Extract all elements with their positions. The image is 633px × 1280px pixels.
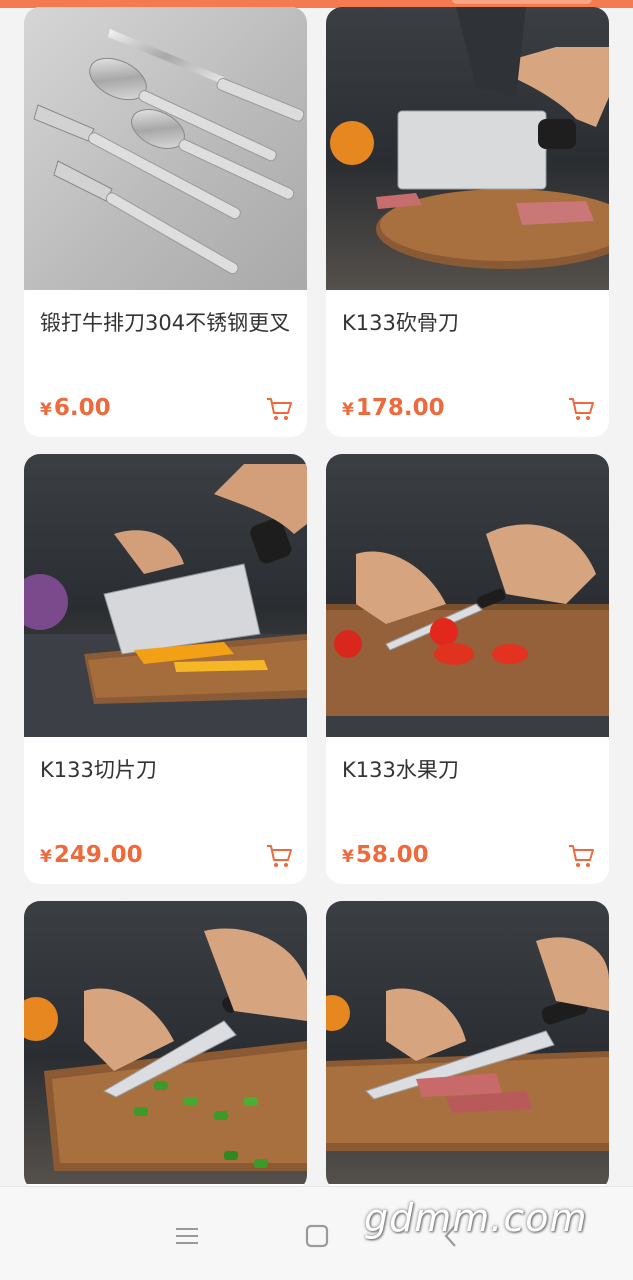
- home-icon[interactable]: [302, 1221, 332, 1251]
- product-name[interactable]: K133水果刀: [342, 754, 597, 787]
- cart-icon[interactable]: [567, 842, 595, 870]
- product-name[interactable]: 锻打牛排刀304不锈钢更叉: [40, 307, 295, 340]
- product-price: ¥58.00: [342, 842, 429, 868]
- product-card[interactable]: K133切片刀 ¥249.00: [24, 454, 307, 884]
- product-card[interactable]: 锻打牛排刀304不锈钢更叉 ¥6.00: [24, 7, 307, 437]
- product-image-bone-cleaver[interactable]: [326, 7, 609, 290]
- product-name[interactable]: K133切片刀: [40, 754, 295, 787]
- watermark: gdmm.com: [364, 1196, 588, 1240]
- menu-icon[interactable]: [172, 1221, 202, 1251]
- product-card[interactable]: K133砍骨刀 ¥178.00: [326, 7, 609, 437]
- product-image-chef-knife-peppers[interactable]: [24, 901, 307, 1184]
- product-card[interactable]: [24, 901, 307, 1191]
- product-image-cutlery[interactable]: [24, 7, 307, 290]
- product-price: ¥6.00: [40, 395, 111, 421]
- product-price: ¥178.00: [342, 395, 445, 421]
- cart-icon[interactable]: [265, 395, 293, 423]
- product-image-fruit-knife[interactable]: [326, 454, 609, 737]
- product-card[interactable]: [326, 901, 609, 1191]
- cart-icon[interactable]: [567, 395, 595, 423]
- product-grid: 锻打牛排刀304不锈钢更叉 ¥6.00 K133砍骨刀 ¥178.00 K133…: [24, 7, 610, 1191]
- product-name[interactable]: K133砍骨刀: [342, 307, 597, 340]
- product-image-slicing-knife[interactable]: [24, 454, 307, 737]
- product-card[interactable]: K133水果刀 ¥58.00: [326, 454, 609, 884]
- search-pill[interactable]: [452, 0, 592, 4]
- product-price: ¥249.00: [40, 842, 143, 868]
- product-image-chef-knife-meat[interactable]: [326, 901, 609, 1184]
- cart-icon[interactable]: [265, 842, 293, 870]
